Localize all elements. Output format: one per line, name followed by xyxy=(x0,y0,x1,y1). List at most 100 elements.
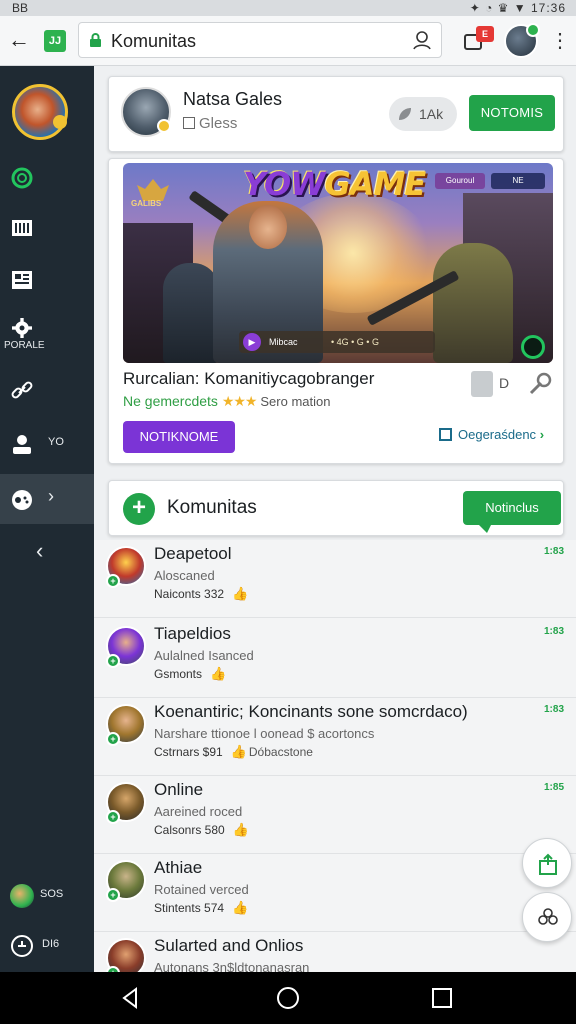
follow-button[interactable]: NOTOMIS xyxy=(469,95,555,131)
member-avatar[interactable]: + xyxy=(106,546,146,588)
member-time: 1:83 xyxy=(543,546,564,557)
member-subtitle: Narshare ttionoe l oonead $ acortoncs xyxy=(154,726,375,741)
profile-avatar[interactable] xyxy=(121,87,171,137)
thumbs-up-icon[interactable]: 👍 xyxy=(233,822,249,837)
member-subtitle: Aloscaned xyxy=(154,568,215,583)
member-avatar[interactable]: + xyxy=(106,626,146,668)
list-item[interactable]: + Koenantiric; Koncinants sone somcrdaco)… xyxy=(94,698,576,776)
sidebar-item-news[interactable] xyxy=(0,258,94,302)
banner-hero-head xyxy=(249,205,287,249)
member-time: 1:85 xyxy=(543,782,564,793)
browser-toolbar: ← JJ Komunitas E ⋮ xyxy=(0,16,576,66)
add-community-button[interactable]: + xyxy=(123,493,155,525)
member-avatar[interactable]: + xyxy=(106,860,146,902)
list-item[interactable]: + Sularted and Onlios Autonans 3n$ldtonana… xyxy=(94,932,576,972)
strip-text: Mibcac xyxy=(269,337,298,347)
document-icon[interactable] xyxy=(471,371,493,397)
sidebar-item-sos[interactable]: SOS xyxy=(0,874,94,918)
notifications-button[interactable]: Notinclus xyxy=(463,491,561,533)
status-time: 17:36 xyxy=(530,1,566,15)
share-fab[interactable] xyxy=(522,838,572,888)
sidebar-item-di6[interactable]: DI6 xyxy=(0,924,94,968)
member-avatar[interactable]: + xyxy=(106,782,146,824)
thumbs-up-icon[interactable]: 👍 xyxy=(210,666,226,681)
plus-badge-icon: + xyxy=(106,888,120,902)
nav-home-icon[interactable] xyxy=(276,986,300,1010)
sidebar-item-games[interactable]: › xyxy=(0,474,94,524)
url-text: Komunitas xyxy=(111,31,197,51)
member-count-text: Stintents 574 xyxy=(154,901,225,915)
play-ring-icon[interactable] xyxy=(521,335,545,359)
checkbox-icon[interactable] xyxy=(183,117,195,129)
sidebar: PORALE YO › ‹ SOS DI6 xyxy=(0,66,94,972)
game-card: GALIBS YOWGAME Gouroul NE ▶ Mibcac • 4G … xyxy=(108,158,564,464)
strip-dots: • 4G • G • G xyxy=(331,337,379,347)
likes-button[interactable]: 1Ak xyxy=(389,97,457,131)
sidebar-item-links[interactable] xyxy=(0,368,94,412)
thumbs-up-icon[interactable]: 👍 xyxy=(232,586,248,601)
nav-recents-icon[interactable] xyxy=(430,986,454,1010)
member-count: Gsmonts 👍 xyxy=(154,666,228,682)
sidebar-item-settings[interactable]: PORALE xyxy=(0,310,94,354)
member-avatar[interactable]: + xyxy=(106,938,146,972)
list-item[interactable]: + Deapetool Aloscaned Naiconts 332 👍 1:83 xyxy=(94,540,576,618)
back-arrow-icon[interactable]: ← xyxy=(8,26,32,54)
list-item[interactable]: + Athiae Rotained verced Stintents 574 👍 xyxy=(94,854,576,932)
emblem-label: GALIBS xyxy=(131,199,162,208)
sidebar-item-library[interactable] xyxy=(0,206,94,250)
sidebar-item-activity[interactable] xyxy=(0,156,94,200)
play-small-icon[interactable]: ▶ xyxy=(243,333,261,351)
profile-card: Natsa Gales Gless 1Ak NOTOMIS xyxy=(108,76,564,152)
member-count: Cstrnars $91 👍 Dóbacstone xyxy=(154,744,313,760)
url-field[interactable]: Komunitas xyxy=(78,22,442,58)
game-banner[interactable]: GALIBS YOWGAME Gouroul NE ▶ Mibcac • 4G … xyxy=(123,163,553,363)
likes-count: 1Ak xyxy=(419,106,444,122)
details-link[interactable]: Oegeraśdenc › xyxy=(439,427,544,442)
list-item[interactable]: + Tiapeldios Aulalned Isanced Gsmonts 👍 1:83 xyxy=(94,620,576,698)
nav-back-icon[interactable] xyxy=(118,986,142,1010)
member-subtitle: Aulalned Isanced xyxy=(154,648,254,663)
tabs-button[interactable]: E xyxy=(460,26,494,56)
external-icon xyxy=(439,428,452,441)
community-title: Komunitas xyxy=(167,497,257,518)
member-name: Online xyxy=(154,780,204,799)
member-avatar[interactable]: + xyxy=(106,704,146,746)
star-rating: ★★★ xyxy=(221,393,258,409)
sidebar-collapse[interactable]: ‹ xyxy=(0,532,94,576)
sidebar-item-profile[interactable]: YO xyxy=(0,422,94,466)
banner-title-part1: YOW xyxy=(243,165,326,203)
list-item[interactable]: + Online Aareined roced Calsonrs 580 👍 1:85 xyxy=(94,776,576,854)
grid-icon xyxy=(12,220,32,236)
status-right: ✦ ◔ ♛ ▼ 17:36 xyxy=(469,1,566,15)
sidebar-avatar[interactable] xyxy=(12,84,68,140)
status-left-text: BB xyxy=(12,1,29,15)
overflow-menu-icon[interactable]: ⋮ xyxy=(550,28,570,54)
plus-badge-icon: + xyxy=(106,574,120,588)
plus-badge-icon: + xyxy=(106,654,120,668)
join-button[interactable]: NOTIKNOME xyxy=(123,421,235,453)
gear-icon xyxy=(12,318,32,338)
account-icon[interactable] xyxy=(411,29,433,51)
banner-soldier-right xyxy=(433,243,513,363)
thumbs-up-icon[interactable]: 👍 xyxy=(232,900,248,915)
member-time: 1:83 xyxy=(543,704,564,715)
link-icon xyxy=(11,381,33,399)
site-badge-icon[interactable]: JJ xyxy=(44,30,66,52)
member-count-text: Gsmonts xyxy=(154,667,203,681)
member-name: Koenantiric; Koncinants sone somcrdaco) xyxy=(154,702,468,721)
community-header: + Komunitas Notinclus xyxy=(108,480,564,536)
wrench-icon[interactable] xyxy=(527,371,553,397)
gold-badge-icon xyxy=(157,119,171,133)
profile-subtitle: Gless xyxy=(183,115,237,132)
user-avatar[interactable] xyxy=(504,23,540,58)
banner-chip[interactable]: Gouroul xyxy=(435,173,485,189)
news-icon xyxy=(12,271,32,289)
system-nav-bar xyxy=(0,972,576,1024)
banner-chip[interactable]: NE xyxy=(491,173,545,189)
power-icon xyxy=(11,935,33,957)
member-tag: Dóbacstone xyxy=(248,745,313,759)
member-count: Naiconts 332 👍 xyxy=(154,586,250,602)
thumbs-up-icon[interactable]: 👍 xyxy=(231,744,247,759)
game-meta: Ne gemercdets ★★★ Sero mation xyxy=(123,393,330,410)
apps-fab[interactable] xyxy=(522,892,572,942)
